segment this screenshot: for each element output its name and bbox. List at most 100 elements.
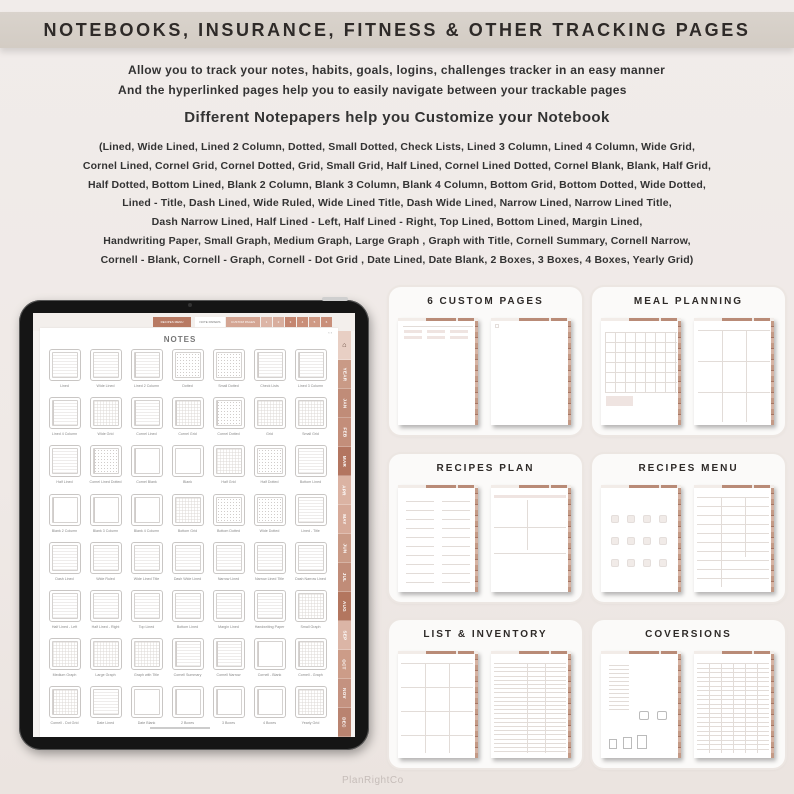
footer-link[interactable] [150,727,210,729]
paper-item[interactable]: 4 Boxes [249,686,290,734]
paper-item[interactable]: Small Dotted [208,349,249,397]
paper-item[interactable]: Dash Narrow Lined [290,541,331,590]
preview-element [494,671,566,673]
paper-item[interactable]: Bottom Grid [167,493,208,542]
month-tab[interactable]: DEC [338,708,351,737]
preview-element [609,689,629,690]
home-tab[interactable]: ⌂ [338,331,351,360]
paper-item[interactable]: Margin Lined [208,589,249,638]
month-tab-label: JUL [342,572,347,582]
paper-item[interactable]: 3 Boxes [208,686,249,734]
paper-item[interactable]: Top Lined [126,589,167,638]
paper-item[interactable]: Lined 2 Column [126,349,167,397]
paper-item[interactable]: Half Dotted [249,445,290,493]
paper-label: Half Dotted [260,480,279,485]
month-tab[interactable]: YEAR [338,360,351,389]
paper-item[interactable]: Cornel Lined Dotted [85,445,126,493]
paper-thumbnail [294,349,327,381]
paper-item[interactable]: Medium Graph [44,638,85,686]
paper-preview [133,689,160,716]
paper-item[interactable]: Date Lined [85,686,126,734]
paper-item[interactable]: Handwriting Paper [249,589,290,638]
paper-item[interactable]: Wide Lined [85,349,126,397]
month-tab[interactable]: JAN [338,389,351,418]
paper-item[interactable]: Dotted [167,349,208,397]
preview-element [746,330,747,422]
month-tab[interactable]: APR [338,476,351,505]
paper-item[interactable]: Check Lists [249,349,290,397]
paper-item[interactable]: Small Grid [290,397,331,445]
paper-item[interactable]: Wide Ruled [85,541,126,590]
paper-item[interactable]: Blank 3 Column [85,493,126,542]
preview-element [449,663,450,753]
paper-item[interactable]: Half Lined [44,445,85,493]
top-tab[interactable]: NOTE PAPERS [195,317,225,327]
paper-item[interactable]: Blank 2 Column [44,493,85,542]
paper-item[interactable]: Cornel Blank [126,445,167,493]
paper-item[interactable]: Lined - Title [290,493,331,542]
preview-element [494,734,566,736]
paper-item[interactable]: Small Graph [290,589,331,638]
paper-item[interactable]: Wide Lined Title [126,541,167,590]
top-tab[interactable]: 5 [309,317,320,327]
preview-element [709,663,710,753]
paper-item[interactable]: Narrow Lined Title [249,541,290,590]
paper-item[interactable]: Bottom Dotted [208,493,249,542]
intro-line-1: Allow you to track your notes, habits, g… [128,63,666,77]
top-tab[interactable]: 4 [297,317,308,327]
paper-item[interactable]: Cornell - Blank [249,638,290,686]
month-tab-label: JAN [342,398,347,408]
paper-item[interactable]: Lined [44,349,85,397]
top-tab[interactable]: 3 [285,317,296,327]
paper-item[interactable]: Large Graph [85,638,126,686]
paper-item[interactable]: Cornel Lined [126,397,167,445]
paper-item[interactable]: Yearly Grid [290,686,331,734]
top-tab[interactable]: 1 [261,317,272,327]
paper-item[interactable]: Blank [167,445,208,493]
paper-item[interactable]: Lined 3 Column [290,349,331,397]
month-tab[interactable]: MAR [338,447,351,476]
month-tab[interactable]: FEB [338,418,351,447]
top-tab[interactable]: RECIPES MENU [153,317,191,327]
preview-element [403,326,473,327]
paper-item[interactable]: Narrow Lined [208,541,249,590]
month-tab[interactable]: JUL [338,563,351,592]
paper-item[interactable]: Bottom Lined [167,589,208,638]
paper-label: Blank 4 Column [133,528,160,533]
paper-item[interactable]: Cornell Summary [167,638,208,686]
paper-item[interactable]: Cornel Dotted [208,397,249,445]
preview-element [655,332,656,392]
paper-item[interactable]: Cornel Grid [167,397,208,445]
paper-item[interactable]: Half Lined - Right [85,589,126,638]
paper-item[interactable]: Wide Grid [85,397,126,445]
top-tab[interactable]: CUSTOM PAGES [226,317,260,327]
paper-thumbnail [48,397,81,430]
month-tab[interactable]: JUN [338,534,351,563]
month-tab[interactable]: NOV [338,679,351,708]
paper-item[interactable]: Half Lined - Left [44,589,85,638]
paper-item[interactable]: Dash Wide Lined [167,541,208,590]
paper-item[interactable]: Cornell - Graph [290,638,331,686]
paper-item[interactable]: Dash Lined [44,541,85,590]
paper-preview [51,496,78,523]
paper-item[interactable]: Half Grid [208,445,249,493]
paper-item[interactable]: Blank 4 Column [126,493,167,542]
month-tab[interactable]: OCT [338,650,351,679]
paper-item[interactable]: Lined 4 Column [44,397,85,445]
month-tab[interactable]: AUG [338,592,351,621]
notepapers-line: Cornell - Blank, Cornell - Graph, Cornel… [100,253,694,266]
page-nav-arrows[interactable]: ‹ › [328,330,332,335]
paper-item[interactable]: Bottom Lined [290,445,331,493]
paper-item[interactable]: Cornell - Dot Grid [44,686,85,734]
month-tab[interactable]: MAY [338,505,351,534]
paper-item[interactable]: Cornell Narrow [208,638,249,686]
paper-item[interactable]: Graph with Title [126,638,167,686]
paper-label: Cornel Grid [178,432,197,437]
paper-item[interactable]: Grid [249,397,290,445]
top-tab[interactable]: 6 [321,317,332,327]
preview-tab [661,485,677,488]
paper-label: Dotted [182,384,193,388]
top-tab[interactable]: 2 [273,317,284,327]
paper-item[interactable]: Wide Dotted [249,493,290,542]
month-tab[interactable]: SEP [338,621,351,650]
